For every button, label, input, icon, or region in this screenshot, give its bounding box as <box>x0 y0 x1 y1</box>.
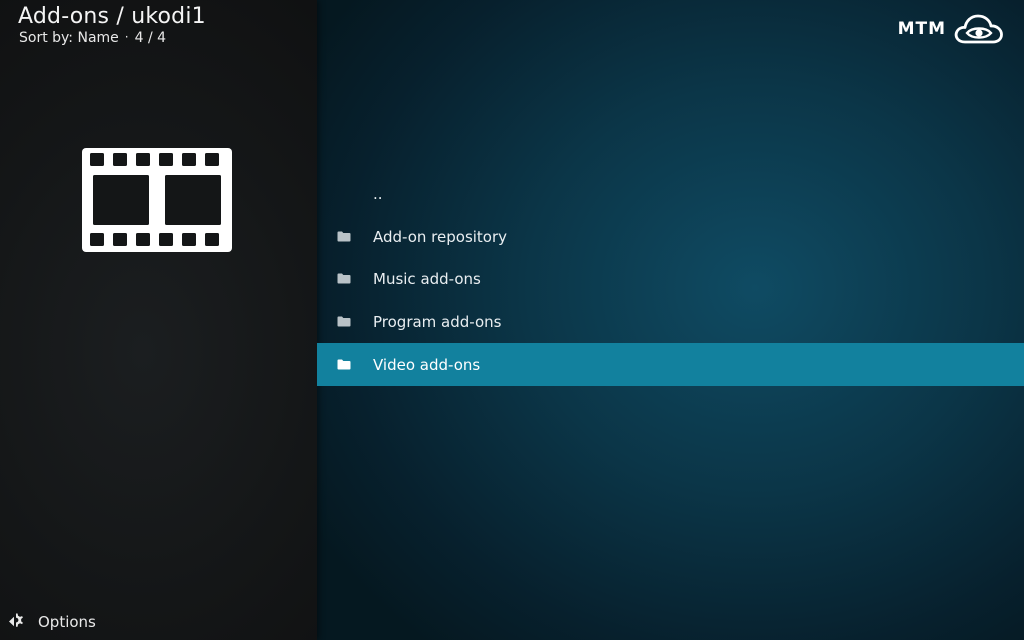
separator: · <box>124 30 129 44</box>
list-item-label: Add-on repository <box>373 227 508 246</box>
folder-icon <box>337 273 351 284</box>
list-item-program-addons[interactable]: Program add-ons <box>317 301 1024 344</box>
sort-info: Sort by: Name · 4 / 4 <box>19 30 166 46</box>
list-item-parent[interactable]: .. <box>317 173 1024 216</box>
list-item-music-addons[interactable]: Music add-ons <box>317 258 1024 301</box>
logo-text: MTM <box>897 19 946 39</box>
kodi-screen: Add-ons / ukodi1 Sort by: Name · 4 / 4 MTM <box>0 0 1024 640</box>
list-item-label: Music add-ons <box>373 270 481 289</box>
sort-label[interactable]: Sort by: Name <box>19 30 119 46</box>
cloud-eye-icon <box>954 14 1003 44</box>
film-strip-icon <box>82 148 232 252</box>
list-item-label: Program add-ons <box>373 313 502 332</box>
page-title: Add-ons / ukodi1 <box>18 4 206 29</box>
options-button[interactable]: Options <box>6 612 96 632</box>
brand-logo: MTM <box>898 12 1004 46</box>
info-panel <box>0 0 317 640</box>
list-item-video-addons[interactable]: Video add-ons <box>317 343 1024 386</box>
item-count: 4 / 4 <box>134 30 167 46</box>
list-item-label: .. <box>373 185 383 204</box>
folder-icon <box>337 316 351 327</box>
list-item-label: Video add-ons <box>373 355 481 374</box>
gear-arrow-icon <box>9 613 23 627</box>
list-item-addon-repository[interactable]: Add-on repository <box>317 216 1024 259</box>
folder-icon <box>337 231 351 242</box>
options-label: Options <box>38 613 96 631</box>
folder-icon <box>337 359 351 370</box>
file-list: .. Add-on repository Music add-ons Progr… <box>317 173 1024 386</box>
